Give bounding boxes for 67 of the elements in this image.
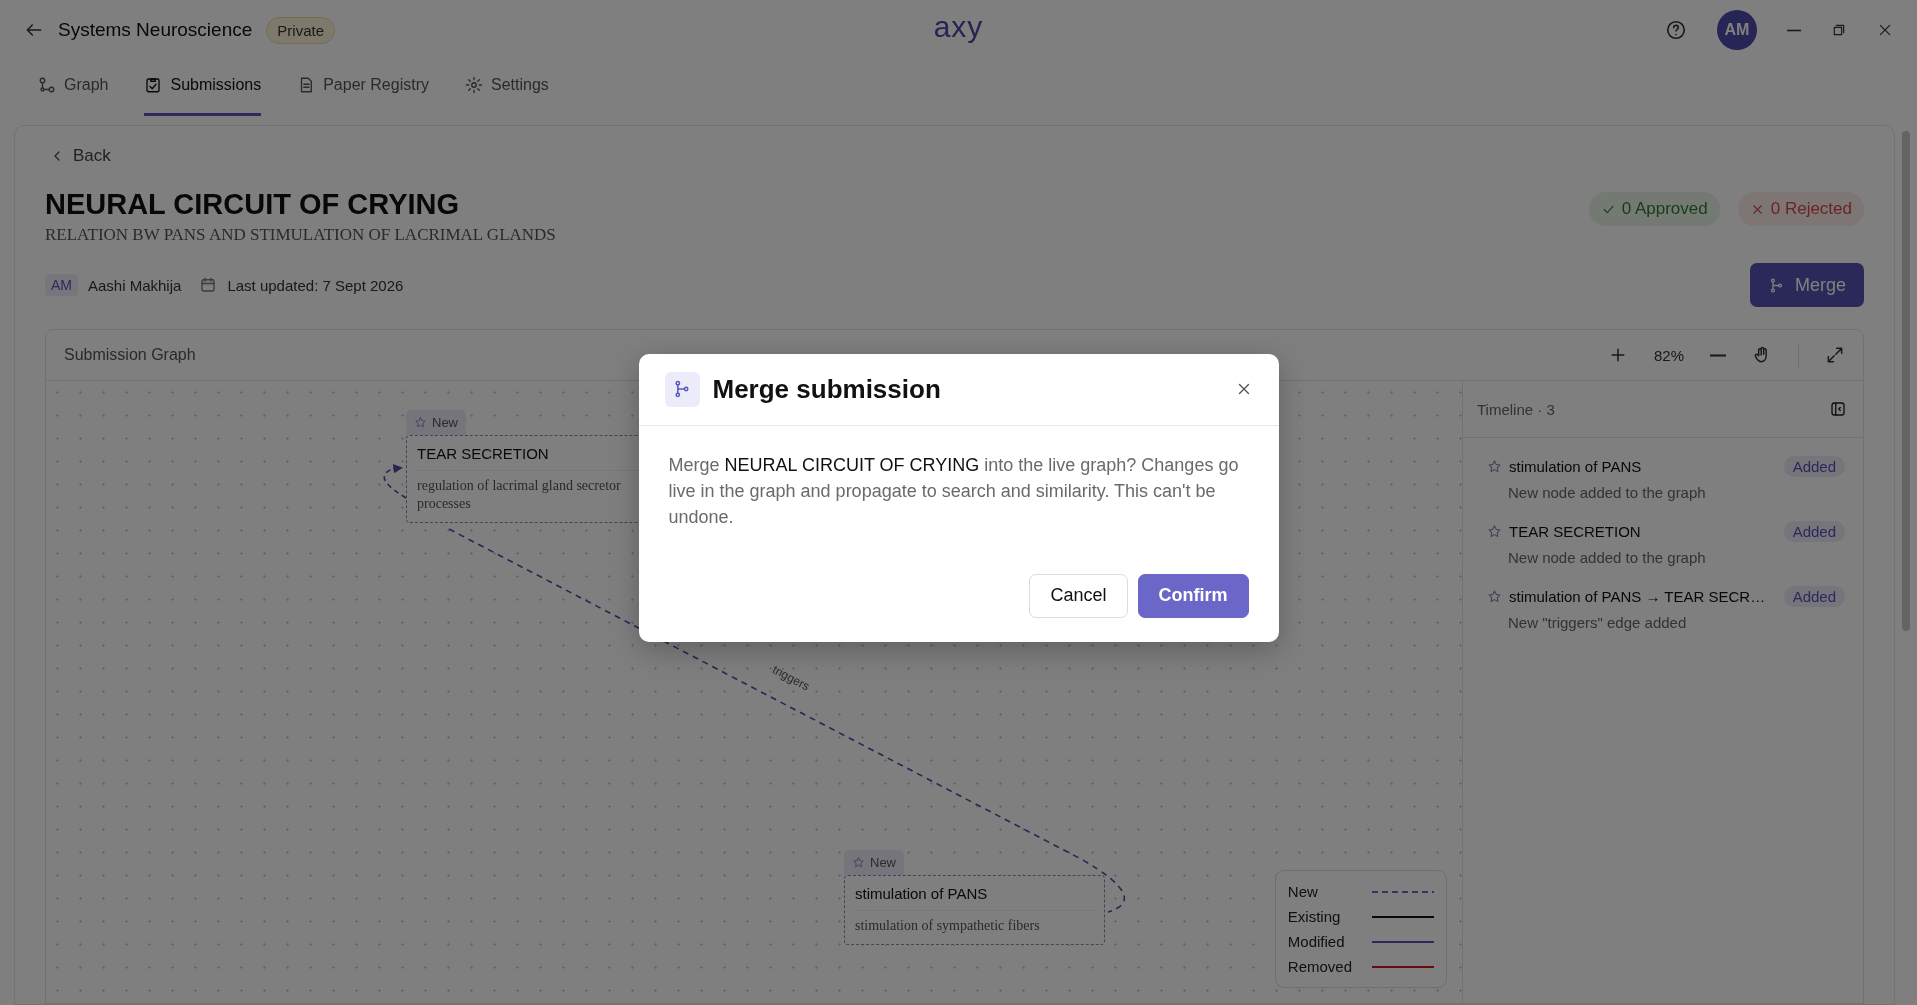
star-icon — [1487, 589, 1502, 604]
legend-label: Removed — [1287, 958, 1352, 975]
close-icon — [1877, 22, 1893, 38]
node-description: processes — [417, 495, 471, 513]
restore-icon — [1831, 22, 1847, 38]
legend-label: New — [1287, 883, 1319, 900]
node-description: regulation of lacrimal gland secretor — [417, 477, 621, 495]
tab[interactable]: Submissions — [144, 60, 262, 116]
node-title: stimulation of PANS — [855, 885, 1094, 911]
sidebar-icon — [1829, 400, 1847, 418]
legend-label: Modified — [1287, 933, 1346, 950]
tab[interactable]: Paper Registry — [297, 60, 429, 116]
collapse-button[interactable] — [1829, 400, 1847, 418]
timeline-item-description: New node added to the graph — [1508, 484, 1707, 501]
minus-icon — [1710, 353, 1726, 357]
timeline-item-title: stimulation of PANS — [1509, 458, 1642, 475]
help-button[interactable] — [1665, 19, 1687, 41]
new-tag: New — [406, 410, 466, 435]
user-avatar[interactable]: AM — [1717, 10, 1757, 50]
back-link[interactable]: Back — [49, 146, 111, 166]
added-badge: Added — [1783, 456, 1845, 477]
zoom-out-button[interactable] — [1710, 353, 1726, 357]
approved-badge: 0 Approved — [1588, 192, 1720, 226]
new-tag: New — [844, 850, 904, 875]
cancel-button[interactable]: Cancel — [1029, 573, 1128, 618]
minimize-button[interactable] — [1787, 28, 1801, 32]
star-icon — [414, 416, 427, 429]
legend-label: Existing — [1287, 908, 1342, 925]
workspace-title: Systems Neuroscience — [58, 19, 253, 41]
calendar-icon — [199, 276, 218, 294]
panel-title: Submission Graph — [64, 346, 196, 364]
submission-subtitle: RELATION BW PANS AND STIMULATION OF LACRIMAL GLANDS — [45, 225, 556, 245]
timeline-item-title: stimulation of PANS → TEAR SECR… — [1509, 588, 1766, 605]
star-icon — [852, 856, 865, 869]
graph-icon — [38, 75, 56, 94]
visibility-badge: Private — [266, 16, 335, 44]
star-icon — [1487, 459, 1502, 474]
dialog-title: Merge submission — [712, 373, 941, 405]
last-updated: Last updated: 7 Sept 2026 — [227, 276, 404, 294]
timeline-title: Timeline · 3 — [1477, 400, 1555, 418]
node-description: stimulation of sympathetic fibers — [855, 917, 1040, 935]
logo: axy — [933, 10, 984, 44]
timeline-item-description: New node added to the graph — [1508, 549, 1707, 566]
author-name: Aashi Makhija — [88, 276, 182, 294]
added-badge: Added — [1783, 586, 1845, 607]
star-icon — [1487, 524, 1502, 539]
restore-button[interactable] — [1831, 22, 1847, 38]
expand-button[interactable] — [1825, 345, 1845, 365]
tab[interactable]: Graph — [38, 60, 109, 116]
loop-arrow — [383, 463, 407, 499]
clipboard-icon — [144, 75, 163, 94]
rejected-badge: 0 Rejected — [1737, 192, 1864, 226]
expand-icon — [1825, 345, 1845, 365]
confirm-button[interactable]: Confirm — [1137, 573, 1249, 618]
submission-title: NEURAL CIRCUIT OF CRYING — [45, 188, 461, 221]
help-icon — [1665, 19, 1687, 41]
merge-button[interactable]: Merge — [1749, 263, 1864, 307]
timeline-item-description: New "triggers" edge added — [1508, 614, 1688, 631]
close-window-button[interactable] — [1877, 22, 1893, 38]
settings-icon — [465, 75, 483, 94]
tab[interactable]: Settings — [465, 60, 549, 116]
graph-node[interactable]: stimulation of PANS stimulation of sympathetic fibers — [844, 875, 1105, 945]
minimize-icon — [1787, 28, 1801, 32]
timeline-item-title: TEAR SECRETION — [1509, 523, 1641, 540]
author-initials: AM — [45, 274, 78, 296]
added-badge: Added — [1783, 521, 1845, 542]
zoom-level: 82% — [1653, 346, 1684, 364]
